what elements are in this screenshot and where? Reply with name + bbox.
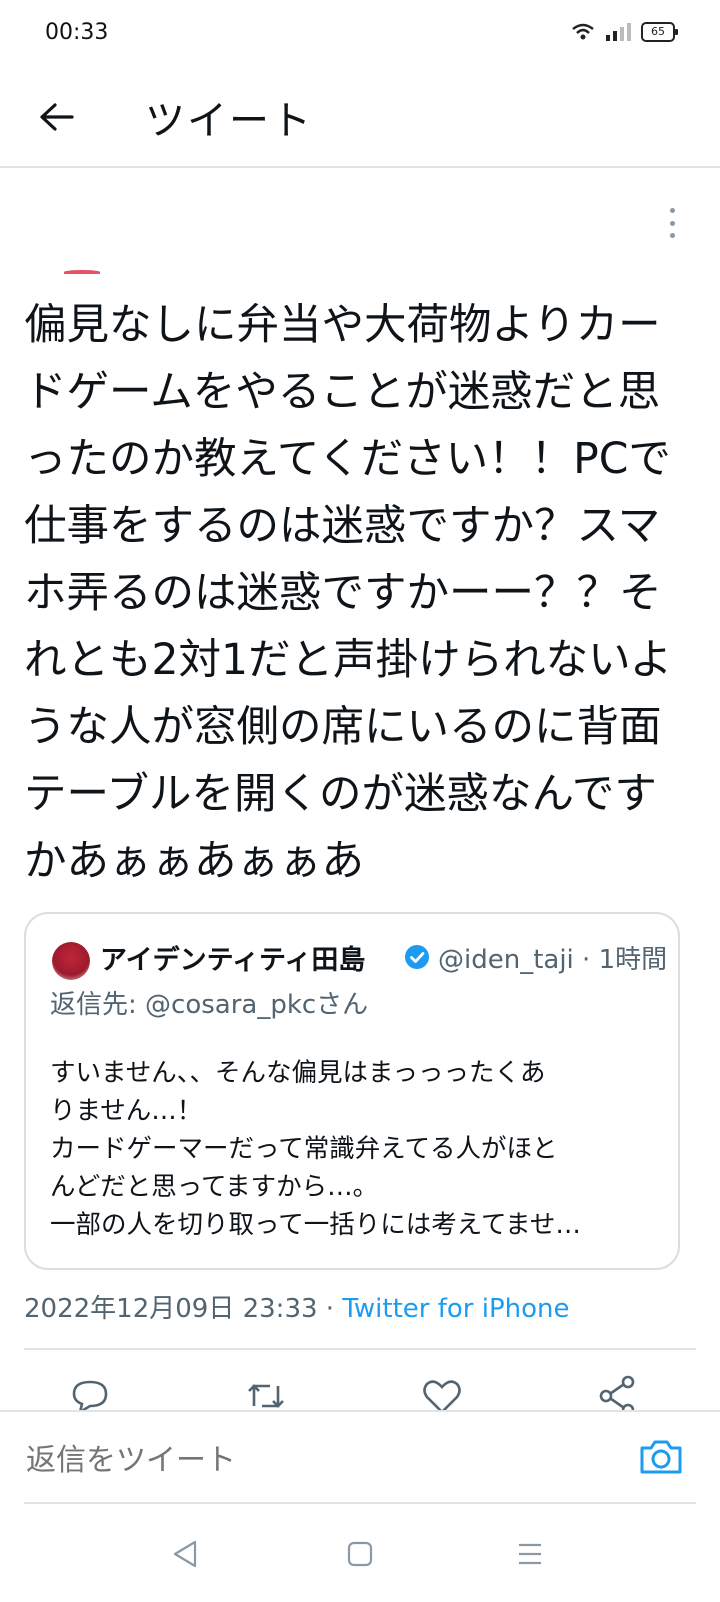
heart-icon [423, 1380, 461, 1410]
tweet-line: ホ弄るのは迷惑ですかーー？？そ [24, 569, 662, 618]
nav-back-button[interactable] [163, 1532, 207, 1576]
nav-home-button[interactable] [338, 1532, 382, 1576]
nav-menu-button[interactable] [508, 1532, 552, 1576]
replying-to: 返信先: @cosara_pkcさん [50, 990, 369, 1020]
tweet-text: 偏見なしに弁当や大荷物よりカー ドゲームをやることが迷惑だと思 ったのか教えてく… [24, 292, 700, 895]
tweet-line: れとも2対1だと声掛けられないよ [24, 636, 673, 685]
more-dot-icon [669, 208, 675, 213]
reply-bar [0, 1410, 720, 1602]
quoted-line: カードゲーマーだって常識弁えてる人がほと [50, 1134, 558, 1164]
more-options-button[interactable] [662, 208, 682, 238]
tweet-line: うな人が窓側の席にいるのに背面 [24, 703, 662, 752]
more-dot-icon [669, 233, 675, 238]
wifi-icon [572, 23, 594, 40]
divider [24, 1502, 696, 1504]
tweet-source-link[interactable]: Twitter for iPhone [342, 1294, 569, 1324]
tweet-meta: 2022年12月09日 23:33 · Twitter for iPhone [24, 1288, 570, 1325]
author-avatar[interactable] [64, 270, 100, 274]
back-button[interactable] [30, 90, 84, 144]
page-title: ツイート [145, 98, 313, 144]
reply-button[interactable] [66, 1372, 114, 1410]
nav-menu-icon [519, 1543, 541, 1565]
quoted-line: んどだと思ってますから…。 [50, 1172, 379, 1202]
nav-home-icon [347, 1541, 373, 1567]
tweet-line: 仕事をするのは迷惑ですか？スマ [24, 502, 661, 551]
battery-indicator: 65 [641, 22, 678, 42]
quoted-text: すいません、、そんな偏見はまっっったくあ りません…！ カードゲーマーだって常識… [50, 1054, 660, 1244]
header: ツイート [0, 72, 720, 168]
quoted-line: 一部の人を切り取って一括りには考えてませ… [50, 1210, 581, 1240]
system-navigation-bar [0, 1512, 720, 1602]
signal-icon [606, 23, 631, 41]
quoted-tweet[interactable]: アイデンティティ田島 @iden_taji · 1時間 返信先: @cosara… [24, 912, 680, 1270]
reply-input[interactable] [24, 1436, 618, 1486]
quoted-avatar [52, 942, 90, 980]
retweet-icon [248, 1384, 284, 1408]
meta-separator: · [325, 1294, 335, 1324]
back-arrow-icon [40, 103, 74, 131]
tweet-line: かあぁぁあぁぁあ [24, 837, 365, 886]
status-time: 00:33 [45, 20, 109, 45]
camera-icon [640, 1440, 682, 1474]
quoted-line: りません…！ [50, 1096, 203, 1126]
share-button[interactable] [594, 1372, 642, 1410]
tweet-actions [0, 1372, 720, 1410]
more-dot-icon [669, 220, 675, 226]
tweet-line: 偏見なしに弁当や大荷物よりカー [24, 301, 661, 350]
camera-button[interactable] [638, 1434, 684, 1480]
tweet-line: ドゲームをやることが迷惑だと思 [24, 368, 661, 417]
status-icons: 65 [571, 22, 678, 42]
quoted-line: すいません、、そんな偏見はまっっったくあ [50, 1058, 546, 1088]
status-bar: 00:33 65 [0, 0, 720, 72]
like-button[interactable] [418, 1372, 466, 1410]
tweet-timestamp: 2022年12月09日 23:33 [24, 1294, 318, 1324]
reply-icon [72, 1380, 108, 1410]
verified-badge-icon [405, 945, 429, 969]
retweet-button[interactable] [242, 1372, 290, 1410]
nav-back-icon [173, 1540, 197, 1568]
quoted-author-name: アイデンティティ田島 [100, 945, 366, 976]
share-icon [599, 1375, 635, 1410]
tweet-line: ったのか教えてください！！PCで [24, 435, 671, 484]
divider [24, 1348, 696, 1350]
quoted-handle: @iden_taji · 1時間 [438, 945, 668, 975]
tweet-line: テーブルを開くのが迷惑なんです [24, 770, 657, 819]
